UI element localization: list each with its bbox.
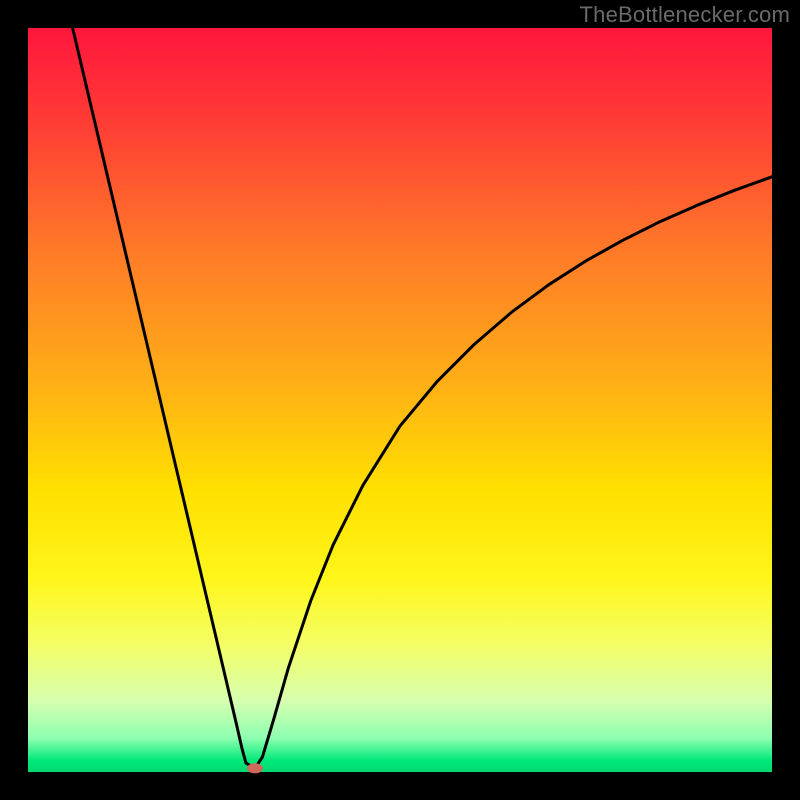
plot-area (28, 28, 772, 772)
optimum-marker (247, 763, 263, 773)
attribution-label: TheBottlenecker.com (580, 2, 790, 28)
chart-container: TheBottlenecker.com (0, 0, 800, 800)
bottleneck-chart (0, 0, 800, 800)
